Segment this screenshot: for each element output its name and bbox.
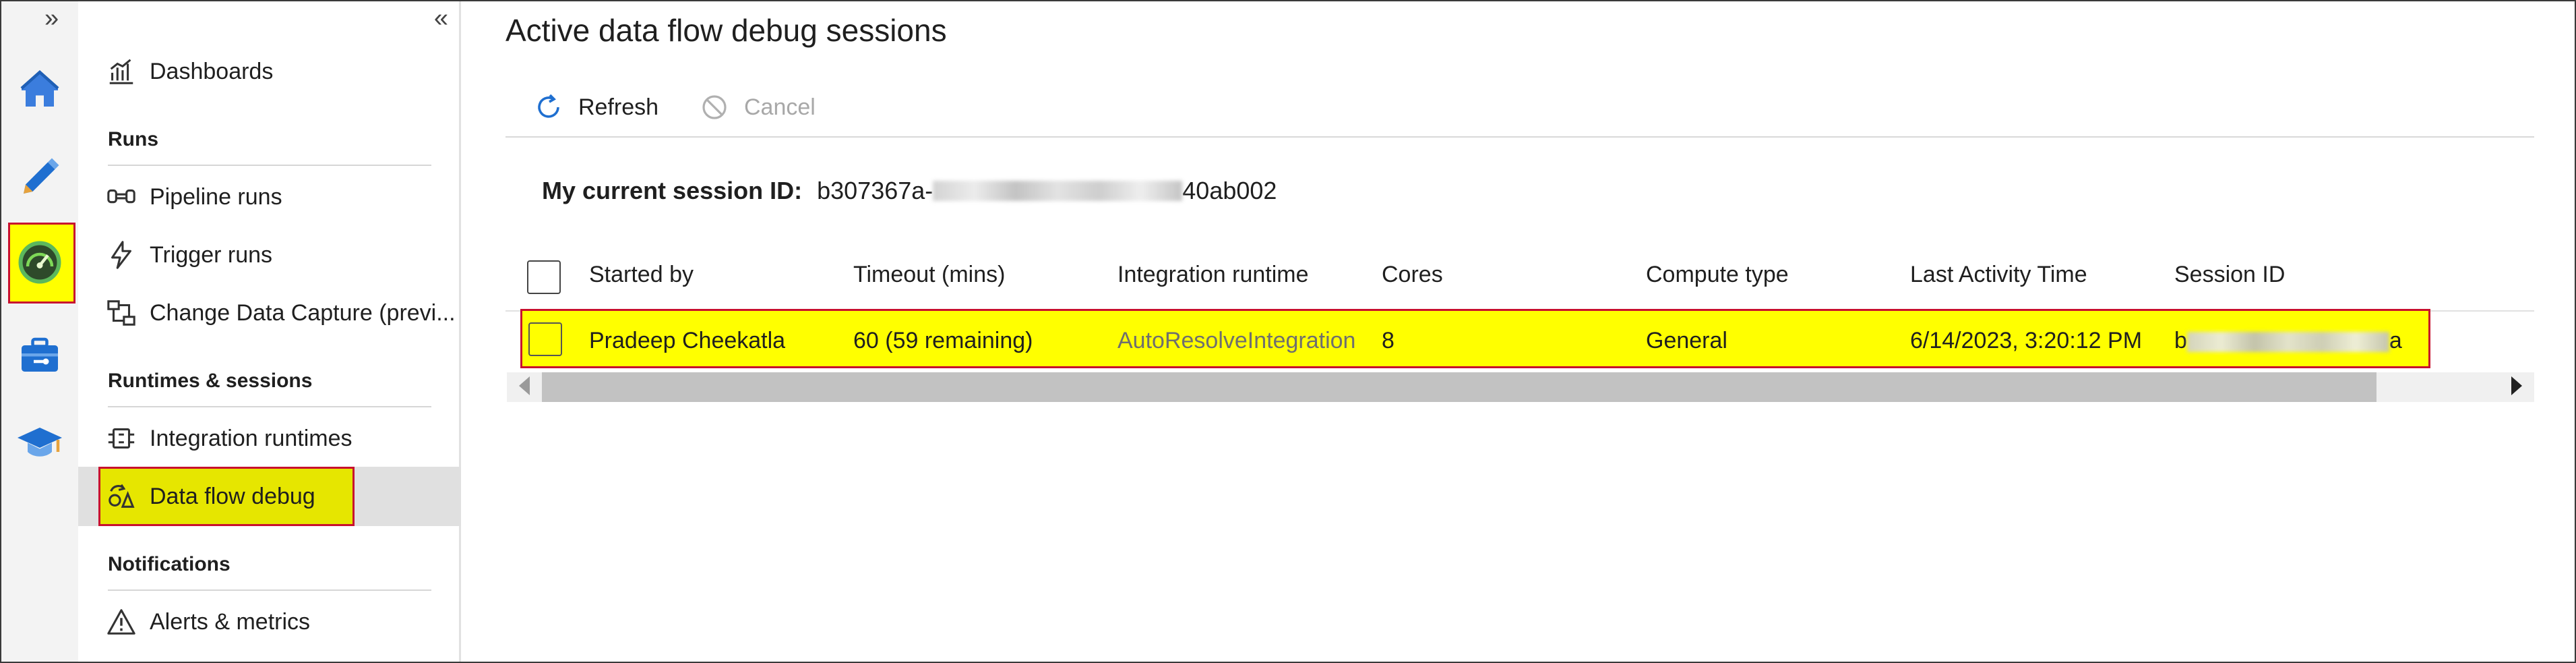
divider: [108, 406, 431, 407]
cancel-icon: [702, 95, 727, 119]
column-header[interactable]: Timeout (mins): [853, 262, 1005, 288]
session-id-suffix: 40ab002: [1182, 177, 1277, 204]
nav-item-label: Pipeline runs: [150, 183, 282, 210]
horizontal-scrollbar[interactable]: [507, 372, 2534, 402]
nav-item-label: Alerts & metrics: [150, 608, 311, 635]
scroll-left-arrow-icon[interactable]: [519, 376, 530, 395]
cancel-label: Cancel: [744, 94, 816, 120]
column-header[interactable]: Started by: [589, 262, 694, 288]
monitor-gauge-icon: [18, 241, 61, 284]
pipeline-icon: [105, 181, 137, 213]
column-header[interactable]: Cores: [1382, 262, 1443, 288]
section-runtimes-sessions: Runtimes & sessions: [108, 370, 313, 392]
dashboard-chart-icon: [105, 55, 137, 88]
change-data-capture-icon: [105, 297, 137, 329]
manage-button[interactable]: [1, 318, 78, 393]
divider: [108, 589, 431, 591]
nav-item-dashboards[interactable]: Dashboards: [105, 50, 273, 93]
learning-center-button[interactable]: [1, 405, 78, 479]
collapse-nav-button[interactable]: «: [434, 4, 448, 33]
session-id-suffix: a: [2389, 328, 2402, 353]
refresh-label: Refresh: [578, 94, 659, 120]
home-icon: [20, 69, 59, 107]
nav-item-label: Integration runtimes: [150, 425, 352, 451]
column-header[interactable]: Last Activity Time: [1910, 262, 2087, 288]
monitor-nav: « Dashboards Runs Pipeline runs Trigger …: [78, 1, 461, 662]
warning-triangle-icon: [105, 606, 137, 638]
learning-center-icon: [18, 428, 62, 457]
section-notifications: Notifications: [108, 553, 231, 575]
nav-item-alerts-metrics[interactable]: Alerts & metrics: [105, 600, 310, 643]
nav-item-trigger-runs[interactable]: Trigger runs: [105, 233, 272, 277]
cell-last-activity: 6/14/2023, 3:20:12 PM: [1910, 328, 2143, 353]
scroll-right-arrow-icon[interactable]: [2511, 376, 2522, 395]
page-title: Active data flow debug sessions: [505, 13, 947, 48]
cell-cores: 8: [1382, 328, 1394, 353]
current-session: My current session ID: b307367a- 40ab002: [542, 177, 1277, 205]
nav-item-pipeline-runs[interactable]: Pipeline runs: [105, 175, 282, 219]
author-pencil-icon: [24, 158, 59, 194]
cancel-button[interactable]: Cancel: [698, 88, 816, 127]
nav-item-label: Change Data Capture (previ...: [150, 299, 456, 326]
refresh-icon: [538, 94, 559, 118]
divider: [108, 165, 431, 166]
session-id-prefix: b307367a-: [817, 177, 933, 204]
column-header[interactable]: Compute type: [1646, 262, 1789, 288]
session-id-redacted: [933, 181, 1183, 201]
nav-item-integration-runtimes[interactable]: Integration runtimes: [105, 417, 352, 460]
cell-timeout: 60 (59 remaining): [853, 328, 1033, 353]
trigger-lightning-icon: [105, 239, 137, 271]
scrollbar-thumb[interactable]: [542, 372, 2376, 402]
nav-item-change-data-capture[interactable]: Change Data Capture (previ...: [105, 291, 456, 335]
manage-toolbox-icon: [22, 337, 58, 372]
home-button[interactable]: [1, 51, 78, 125]
session-id-prefix: b: [2174, 328, 2187, 353]
cell-session-id: ba: [2174, 328, 2402, 354]
nav-item-label: Data flow debug: [150, 483, 315, 509]
refresh-button[interactable]: Refresh: [532, 88, 658, 127]
nav-item-label: Dashboards: [150, 58, 274, 84]
column-header[interactable]: Session ID: [2174, 262, 2285, 288]
cell-integration-runtime[interactable]: AutoResolveIntegration: [1117, 328, 1364, 354]
integration-runtime-icon: [105, 422, 137, 455]
toolbar-divider: [505, 136, 2534, 138]
cell-started-by: Pradeep Cheekatla: [589, 328, 786, 353]
column-header[interactable]: Integration runtime: [1117, 262, 1309, 288]
session-id-label: My current session ID:: [542, 177, 803, 204]
nav-item-label: Trigger runs: [150, 241, 273, 268]
nav-item-data-flow-debug[interactable]: Data flow debug: [105, 475, 315, 518]
table-row[interactable]: [520, 309, 2430, 368]
icon-rail: »: [1, 1, 78, 662]
author-button[interactable]: [1, 140, 78, 214]
select-all-checkbox[interactable]: [527, 260, 561, 294]
expand-rail-button[interactable]: »: [44, 4, 59, 33]
row-checkbox[interactable]: [528, 322, 562, 356]
data-flow-debug-icon: [105, 480, 137, 513]
section-runs: Runs: [108, 128, 158, 150]
session-id-redacted: [2186, 332, 2389, 353]
cell-compute-type: General: [1646, 328, 1727, 353]
monitor-button[interactable]: [1, 225, 78, 299]
